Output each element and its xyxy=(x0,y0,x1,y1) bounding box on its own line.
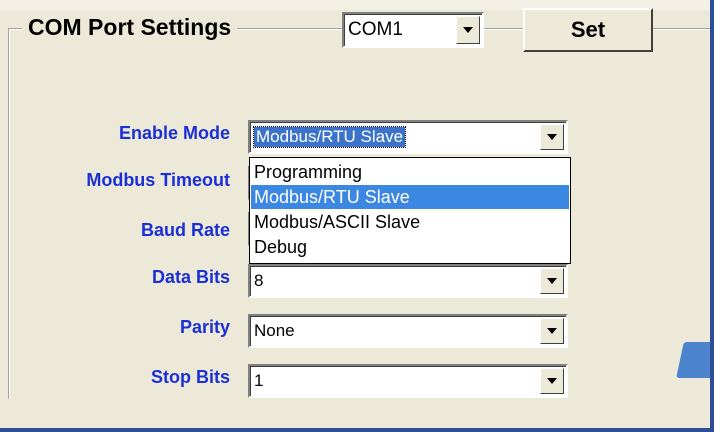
dropdown-option-debug[interactable]: Debug xyxy=(251,235,569,259)
baud-rate-label: Baud Rate xyxy=(140,220,230,240)
stop-bits-dropdown-button[interactable] xyxy=(540,368,564,394)
parity-select[interactable]: None xyxy=(248,314,568,348)
data-bits-label: Data Bits xyxy=(151,267,230,287)
chevron-down-icon xyxy=(547,328,557,334)
group-title: COM Port Settings xyxy=(22,10,238,44)
stop-bits-select[interactable]: 1 xyxy=(248,364,568,398)
parity-value: None xyxy=(254,321,295,340)
chevron-down-icon xyxy=(547,134,557,140)
enable-mode-dropdown-button[interactable] xyxy=(540,124,564,150)
com-settings-panel: COM Port Settings COM1 Set Enable Mode M… xyxy=(0,0,714,432)
com-port-select[interactable]: COM1 xyxy=(342,12,484,48)
parity-dropdown-button[interactable] xyxy=(540,318,564,344)
dropdown-option-modbus-ascii-slave[interactable]: Modbus/ASCII Slave xyxy=(251,210,569,234)
enable-mode-label: Enable Mode xyxy=(118,123,230,143)
data-bits-value: 8 xyxy=(254,271,264,290)
enable-mode-dropdown-list: Programming Modbus/RTU Slave Modbus/ASCI… xyxy=(249,157,571,264)
chevron-down-icon xyxy=(463,27,473,33)
decorative-shape xyxy=(676,342,710,378)
stop-bits-label: Stop Bits xyxy=(151,367,230,387)
dropdown-option-programming[interactable]: Programming xyxy=(251,160,569,184)
set-button[interactable]: Set xyxy=(523,8,653,52)
parity-label: Parity xyxy=(179,317,230,337)
enable-mode-select[interactable]: Modbus/RTU Slave xyxy=(248,120,568,154)
com-port-value: COM1 xyxy=(348,19,403,40)
data-bits-dropdown-button[interactable] xyxy=(540,268,564,294)
enable-mode-value: Modbus/RTU Slave xyxy=(252,126,407,148)
dropdown-option-modbus-rtu-slave[interactable]: Modbus/RTU Slave xyxy=(251,185,569,209)
stop-bits-value: 1 xyxy=(254,371,264,390)
chevron-down-icon xyxy=(547,378,557,384)
modbus-timeout-label: Modbus Timeout xyxy=(86,170,230,190)
com-port-dropdown-button[interactable] xyxy=(456,16,480,44)
chevron-down-icon xyxy=(547,278,557,284)
data-bits-select[interactable]: 8 xyxy=(248,264,568,298)
